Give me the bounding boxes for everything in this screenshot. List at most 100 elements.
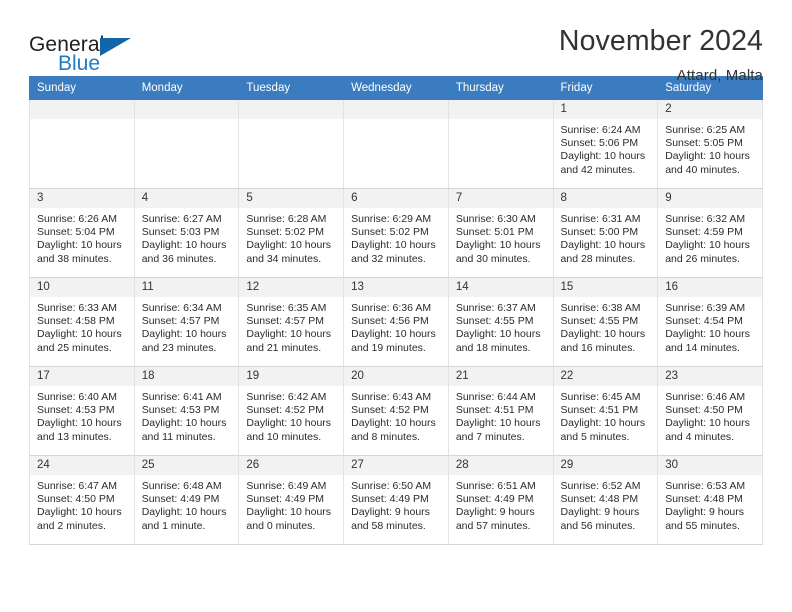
sunset-text: Sunset: 4:52 PM — [351, 404, 429, 417]
sunset-text: Sunset: 5:00 PM — [560, 226, 639, 239]
calendar-day-cell[interactable]: 26 Sunrise: 6:49 AM Sunset: 4:49 PM Dayligh… — [238, 455, 345, 545]
sun-info: Sunrise: 6:45 AM Sunset: 4:51 PM Daylight:… — [554, 386, 658, 444]
day-cell-content — [448, 100, 553, 188]
sunrise-text: Sunrise: 6:29 AM — [351, 213, 432, 225]
calendar-day-cell[interactable]: 30 Sunrise: 6:53 AM Sunset: 4:48 PM Dayligh… — [657, 455, 763, 545]
calendar-day-cell[interactable]: 5 Sunrise: 6:28 AM Sunset: 5:02 PM Daylight… — [238, 188, 345, 278]
daylight-text-line2: and 55 minutes. — [665, 519, 740, 532]
calendar-day-cell[interactable]: 14 Sunrise: 6:37 AM Sunset: 4:55 PM Dayligh… — [447, 277, 554, 367]
sunset-text: Sunset: 4:50 PM — [37, 493, 115, 506]
calendar-day-cell[interactable]: 29 Sunrise: 6:52 AM Sunset: 4:48 PM Dayligh… — [552, 455, 659, 545]
day-number: 26 — [239, 456, 344, 475]
weekday-header-thursday: Thursday — [447, 76, 554, 100]
calendar-cell-empty — [133, 99, 240, 189]
daylight-text-line1: Daylight: 10 hours — [665, 417, 750, 430]
sun-info: Sunrise: 6:38 AM Sunset: 4:55 PM Daylight:… — [554, 297, 658, 355]
calendar-week-row: 10 Sunrise: 6:33 AM Sunset: 4:58 PM Dayligh… — [29, 277, 763, 367]
calendar-day-cell[interactable]: 24 Sunrise: 6:47 AM Sunset: 4:50 PM Dayligh… — [29, 455, 135, 545]
daylight-text-line2: and 26 minutes. — [665, 252, 740, 265]
general-blue-logo[interactable]: General Blue — [29, 27, 141, 75]
calendar-cell-empty — [447, 99, 554, 189]
sunrise-text: Sunrise: 6:52 AM — [560, 480, 641, 492]
sun-info: Sunrise: 6:35 AM Sunset: 4:57 PM Daylight:… — [239, 297, 343, 355]
daylight-text-line1: Daylight: 10 hours — [560, 150, 646, 163]
sunrise-text: Sunrise: 6:39 AM — [665, 302, 746, 314]
day-cell-content: 21 Sunrise: 6:44 AM Sunset: 4:51 PM Dayligh… — [448, 367, 553, 455]
calendar-day-cell[interactable]: 1 Sunrise: 6:24 AM Sunset: 5:06 PM Daylight… — [552, 99, 659, 189]
daylight-text-line2: and 38 minutes. — [37, 252, 112, 265]
sunrise-text: Sunrise: 6:34 AM — [141, 302, 222, 314]
sunset-text: Sunset: 4:53 PM — [141, 404, 220, 417]
day-number: 6 — [344, 189, 448, 208]
daylight-text-line2: and 57 minutes. — [455, 519, 531, 532]
sunrise-text: Sunrise: 6:41 AM — [141, 391, 222, 403]
daylight-text-line1: Daylight: 10 hours — [665, 328, 750, 341]
day-number: 3 — [30, 189, 134, 208]
calendar-day-cell[interactable]: 20 Sunrise: 6:43 AM Sunset: 4:52 PM Dayligh… — [343, 366, 449, 456]
calendar-day-cell[interactable]: 15 Sunrise: 6:38 AM Sunset: 4:55 PM Dayligh… — [552, 277, 659, 367]
calendar-day-cell[interactable]: 2 Sunrise: 6:25 AM Sunset: 5:05 PM Daylight… — [657, 99, 763, 189]
sun-info: Sunrise: 6:40 AM Sunset: 4:53 PM Daylight:… — [30, 386, 134, 444]
sunrise-text: Sunrise: 6:25 AM — [665, 124, 746, 136]
calendar-day-cell[interactable]: 3 Sunrise: 6:26 AM Sunset: 5:04 PM Daylight… — [29, 188, 135, 278]
sunrise-text: Sunrise: 6:24 AM — [560, 124, 641, 136]
title-block: November 2024 Attard, Malta — [559, 26, 763, 84]
calendar-day-cell[interactable]: 22 Sunrise: 6:45 AM Sunset: 4:51 PM Dayligh… — [552, 366, 659, 456]
sunrise-text: Sunrise: 6:45 AM — [560, 391, 641, 403]
day-cell-content: 17 Sunrise: 6:40 AM Sunset: 4:53 PM Dayligh… — [30, 367, 134, 455]
day-number: 18 — [134, 367, 239, 386]
daylight-text-line1: Daylight: 10 hours — [246, 239, 332, 252]
calendar-day-cell[interactable]: 12 Sunrise: 6:35 AM Sunset: 4:57 PM Dayligh… — [238, 277, 345, 367]
calendar-day-cell[interactable]: 19 Sunrise: 6:42 AM Sunset: 4:52 PM Dayligh… — [238, 366, 345, 456]
calendar-day-cell[interactable]: 28 Sunrise: 6:51 AM Sunset: 4:49 PM Dayligh… — [447, 455, 554, 545]
calendar-day-cell[interactable]: 16 Sunrise: 6:39 AM Sunset: 4:54 PM Dayligh… — [657, 277, 763, 367]
calendar-day-cell[interactable]: 10 Sunrise: 6:33 AM Sunset: 4:58 PM Dayligh… — [29, 277, 135, 367]
day-number: 17 — [30, 367, 134, 386]
sunset-text: Sunset: 5:01 PM — [455, 226, 534, 239]
calendar-day-cell[interactable]: 23 Sunrise: 6:46 AM Sunset: 4:50 PM Dayligh… — [657, 366, 763, 456]
calendar-day-cell[interactable]: 21 Sunrise: 6:44 AM Sunset: 4:51 PM Dayligh… — [447, 366, 554, 456]
day-number: 21 — [448, 367, 553, 386]
sun-info: Sunrise: 6:44 AM Sunset: 4:51 PM Daylight:… — [449, 386, 553, 444]
day-cell-content: 3 Sunrise: 6:26 AM Sunset: 5:04 PM Daylight… — [30, 189, 134, 277]
sunset-text: Sunset: 4:51 PM — [560, 404, 639, 417]
month-calendar: Sunday Monday Tuesday Wednesday Thursday… — [29, 76, 763, 545]
day-cell-content: 5 Sunrise: 6:28 AM Sunset: 5:02 PM Daylight… — [239, 189, 344, 277]
daylight-text-line2: and 16 minutes. — [560, 341, 636, 354]
calendar-day-cell[interactable]: 6 Sunrise: 6:29 AM Sunset: 5:02 PM Daylight… — [343, 188, 449, 278]
calendar-day-cell[interactable]: 17 Sunrise: 6:40 AM Sunset: 4:53 PM Dayligh… — [29, 366, 135, 456]
calendar-day-cell[interactable]: 27 Sunrise: 6:50 AM Sunset: 4:49 PM Dayligh… — [343, 455, 449, 545]
sunrise-text: Sunrise: 6:44 AM — [455, 391, 536, 403]
day-number: 23 — [658, 367, 762, 386]
daylight-text-line2: and 58 minutes. — [351, 519, 426, 532]
day-number: 1 — [553, 100, 658, 119]
sunrise-text: Sunrise: 6:33 AM — [37, 302, 117, 314]
calendar-day-cell[interactable]: 25 Sunrise: 6:48 AM Sunset: 4:49 PM Dayligh… — [133, 455, 240, 545]
sunrise-text: Sunrise: 6:43 AM — [351, 391, 432, 403]
calendar-week-row: 24 Sunrise: 6:47 AM Sunset: 4:50 PM Dayligh… — [29, 455, 763, 545]
sunrise-text: Sunrise: 6:28 AM — [246, 213, 327, 225]
day-cell-content: 19 Sunrise: 6:42 AM Sunset: 4:52 PM Dayligh… — [239, 367, 344, 455]
calendar-day-cell[interactable]: 11 Sunrise: 6:34 AM Sunset: 4:57 PM Dayligh… — [133, 277, 240, 367]
sunrise-text: Sunrise: 6:32 AM — [665, 213, 746, 225]
sun-info: Sunrise: 6:34 AM Sunset: 4:57 PM Daylight:… — [135, 297, 239, 355]
calendar-day-cell[interactable]: 13 Sunrise: 6:36 AM Sunset: 4:56 PM Dayligh… — [343, 277, 449, 367]
sunset-text: Sunset: 4:49 PM — [141, 493, 220, 506]
daylight-text-line1: Daylight: 10 hours — [37, 328, 122, 341]
sunrise-text: Sunrise: 6:35 AM — [246, 302, 327, 314]
sunset-text: Sunset: 4:56 PM — [351, 315, 429, 328]
daylight-text-line2: and 56 minutes. — [560, 519, 636, 532]
day-number — [30, 100, 134, 119]
day-cell-content: 23 Sunrise: 6:46 AM Sunset: 4:50 PM Dayligh… — [658, 367, 762, 455]
calendar-day-cell[interactable]: 4 Sunrise: 6:27 AM Sunset: 5:03 PM Daylight… — [133, 188, 240, 278]
sunrise-text: Sunrise: 6:51 AM — [455, 480, 536, 492]
calendar-day-cell[interactable]: 7 Sunrise: 6:30 AM Sunset: 5:01 PM Daylight… — [447, 188, 554, 278]
sunset-text: Sunset: 4:49 PM — [455, 493, 534, 506]
calendar-day-cell[interactable]: 9 Sunrise: 6:32 AM Sunset: 4:59 PM Daylight… — [657, 188, 763, 278]
calendar-day-cell[interactable]: 18 Sunrise: 6:41 AM Sunset: 4:53 PM Dayligh… — [133, 366, 240, 456]
sunset-text: Sunset: 5:05 PM — [665, 137, 743, 150]
day-cell-content — [344, 100, 448, 188]
day-cell-content: 29 Sunrise: 6:52 AM Sunset: 4:48 PM Dayligh… — [553, 456, 658, 544]
calendar-day-cell[interactable]: 8 Sunrise: 6:31 AM Sunset: 5:00 PM Daylight… — [552, 188, 659, 278]
sun-info: Sunrise: 6:46 AM Sunset: 4:50 PM Daylight:… — [658, 386, 762, 444]
